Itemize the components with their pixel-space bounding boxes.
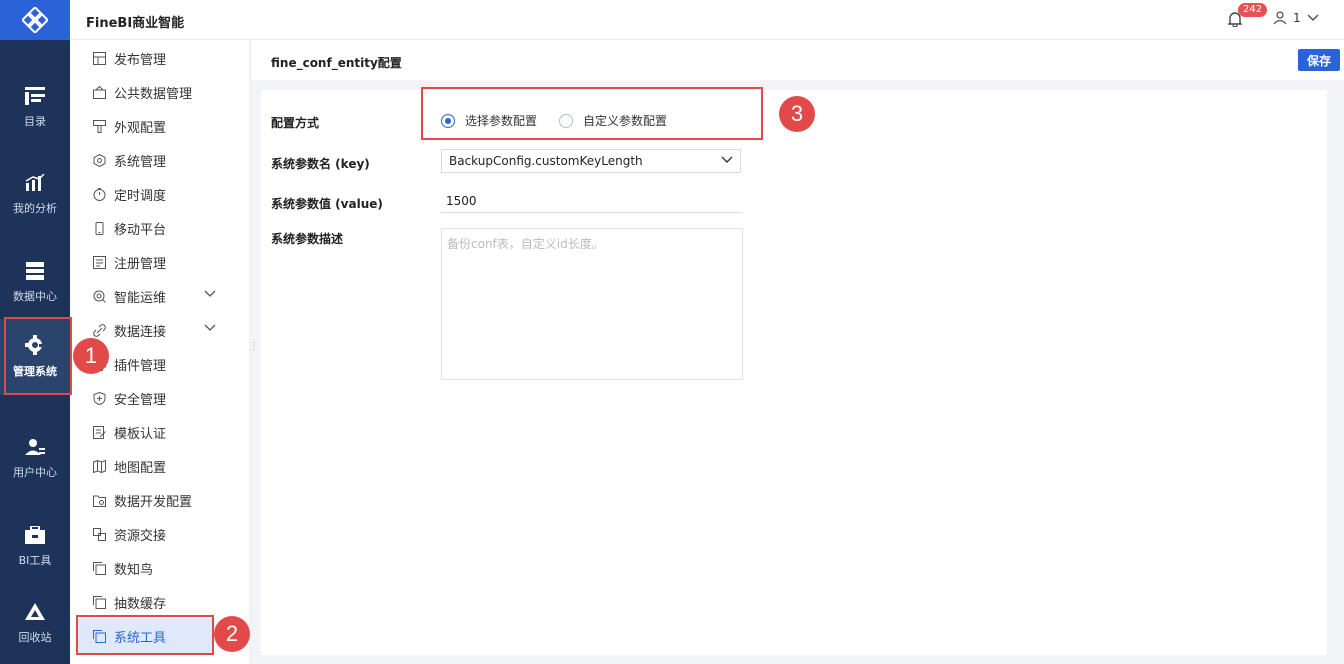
menu-label: 数知鸟	[114, 562, 154, 578]
menu-item-system[interactable]: 系统管理	[70, 143, 250, 177]
map-icon	[92, 459, 106, 473]
brush-icon	[92, 119, 106, 133]
nav-label: 用户中心	[13, 466, 57, 479]
chevron-down-icon[interactable]	[204, 324, 216, 332]
notification-badge: 242	[1238, 3, 1268, 17]
menu-label: 抽数缓存	[114, 596, 167, 612]
register-icon	[92, 255, 106, 269]
publish-icon	[92, 51, 106, 65]
menu-label: 外观配置	[114, 120, 167, 136]
menu-label: 数据连接	[114, 324, 167, 340]
mode-label: 配置方式	[271, 116, 320, 130]
copy-icon	[92, 595, 106, 609]
menu-label: 系统管理	[114, 154, 167, 170]
nav-item-data-center[interactable]: 数据中心	[0, 243, 70, 323]
recycle-icon	[25, 603, 45, 620]
top-header: FineBI商业智能 242 1	[70, 0, 1344, 40]
user-name: 1	[1293, 11, 1301, 25]
logo-icon	[22, 7, 48, 33]
value-label: 系统参数值 (value)	[271, 197, 383, 211]
gear-icon	[92, 153, 106, 167]
public-data-icon	[92, 85, 106, 99]
menu-item-mobile[interactable]: 移动平台	[70, 211, 250, 245]
menu-item-schedule[interactable]: 定时调度	[70, 177, 250, 211]
ops-icon	[92, 289, 106, 303]
shield-icon	[92, 391, 106, 405]
menu-item-public-data[interactable]: 公共数据管理	[70, 75, 250, 109]
step-marker-1: 1	[73, 338, 109, 374]
nav-item-user-center[interactable]: 用户中心	[0, 419, 70, 499]
menu-item-extract-cache[interactable]: 抽数缓存	[70, 585, 250, 619]
nav-label: 我的分析	[13, 202, 57, 215]
app-logo[interactable]	[0, 0, 70, 40]
menu-label: 注册管理	[114, 256, 167, 272]
highlight-admin-nav	[4, 317, 72, 395]
user-icon	[1273, 11, 1287, 25]
mobile-icon	[92, 221, 106, 235]
menu-label: 模板认证	[114, 426, 167, 442]
nav-item-recycle[interactable]: 回收站	[0, 584, 70, 664]
copy-icon	[92, 561, 106, 575]
menu-label: 资源交接	[114, 528, 167, 544]
user-menu[interactable]: 1	[1273, 11, 1319, 25]
menu-item-handover[interactable]: 资源交接	[70, 517, 250, 551]
nav-label: 目录	[24, 115, 46, 128]
handover-icon	[92, 527, 106, 541]
nav-item-analysis[interactable]: 我的分析	[0, 155, 70, 235]
nav-label: 回收站	[18, 631, 52, 644]
catalog-icon	[25, 87, 45, 105]
menu-label: 公共数据管理	[114, 86, 193, 102]
save-button[interactable]: 保存	[1298, 49, 1340, 71]
toolbox-icon	[25, 526, 45, 544]
analysis-icon	[25, 174, 45, 191]
nav-item-bi-tools[interactable]: BI工具	[0, 507, 70, 587]
menu-label: 数据开发配置	[114, 494, 193, 510]
menu-item-data-dev[interactable]: 数据开发配置	[70, 483, 250, 517]
menu-label: 智能运维	[114, 290, 167, 306]
menu-item-publish[interactable]: 发布管理	[70, 41, 250, 75]
chevron-down-icon	[1307, 14, 1319, 22]
menu-item-ops[interactable]: 智能运维	[70, 279, 250, 313]
timer-icon	[92, 187, 106, 201]
desc-textarea[interactable]	[441, 228, 743, 380]
menu-label: 发布管理	[114, 52, 167, 68]
menu-label: 地图配置	[114, 460, 167, 476]
link-icon	[92, 323, 106, 337]
menu-label: 定时调度	[114, 188, 167, 204]
menu-item-shuzhiniao[interactable]: 数知鸟	[70, 551, 250, 585]
folder-gear-icon	[92, 493, 106, 507]
menu-item-security[interactable]: 安全管理	[70, 381, 250, 415]
nav-label: 数据中心	[13, 290, 57, 303]
chevron-down-icon	[721, 156, 733, 163]
app-title: FineBI商业智能	[86, 16, 185, 31]
step-marker-2: 2	[214, 616, 250, 652]
key-label: 系统参数名 (key)	[271, 157, 370, 171]
certificate-icon	[92, 425, 106, 439]
step-marker-3: 3	[779, 96, 815, 132]
user-center-icon	[25, 439, 45, 455]
highlight-system-tools	[76, 615, 214, 655]
page-title: fine_conf_entity配置	[271, 56, 402, 70]
menu-label: 移动平台	[114, 222, 167, 238]
menu-item-registration[interactable]: 注册管理	[70, 245, 250, 279]
menu-item-template-cert[interactable]: 模板认证	[70, 415, 250, 449]
desc-label: 系统参数描述	[271, 232, 344, 246]
menu-label: 插件管理	[114, 358, 167, 374]
value-input[interactable]	[441, 189, 741, 213]
menu-item-appearance[interactable]: 外观配置	[70, 109, 250, 143]
content-header: fine_conf_entity配置	[251, 40, 1344, 80]
menu-item-map[interactable]: 地图配置	[70, 449, 250, 483]
key-select[interactable]: BackupConfig.customKeyLength	[441, 149, 741, 173]
highlight-config-mode	[421, 87, 763, 140]
chevron-down-icon[interactable]	[204, 290, 216, 298]
nav-item-catalog[interactable]: 目录	[0, 68, 70, 148]
nav-label: BI工具	[18, 554, 52, 567]
key-select-value: BackupConfig.customKeyLength	[449, 154, 643, 168]
menu-label: 安全管理	[114, 392, 167, 408]
data-center-icon	[26, 262, 44, 280]
config-form: 配置方式 选择参数配置 自定义参数配置 系统参数名 (key) BackupCo…	[261, 90, 1327, 655]
